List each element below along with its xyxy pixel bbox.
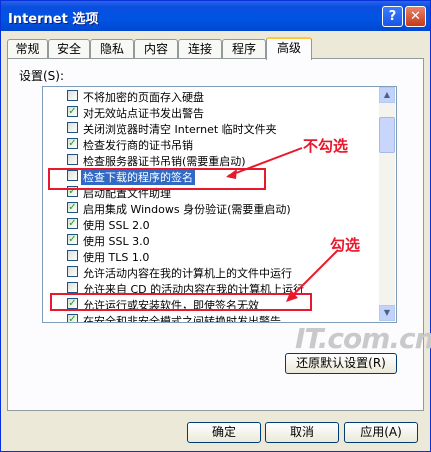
tab-connections[interactable]: 连接 [178,39,222,58]
internet-options-dialog: Internet 选项 ? ✕ 常规 安全 隐私 内容 连接 程序 高级 设置(… [0,0,431,452]
setting-label: 对无效站点证书发出警告 [83,107,204,120]
settings-label: 设置(S): [19,69,65,83]
restore-defaults-button[interactable]: 还原默认设置(R) [285,353,397,374]
check-annotation: 勾选 [330,236,361,254]
setting-checkbox[interactable] [67,122,78,133]
setting-checkbox[interactable] [67,282,78,293]
ok-button[interactable]: 确定 [187,422,261,443]
setting-checkbox[interactable]: ✓ [67,314,78,322]
setting-label: 使用 SSL 3.0 [83,235,150,248]
setting-row[interactable]: ✓ 启用集成 Windows 身份验证(需要重启动) [43,200,383,216]
tab-advanced[interactable]: 高级 [266,37,312,60]
setting-checkbox[interactable]: ✓ [67,106,78,117]
list-scrollbar[interactable]: ▲ ▼ [379,87,395,321]
setting-label: 不将加密的页面存入硬盘 [83,91,204,104]
scroll-thumb[interactable] [379,117,395,153]
title-bar[interactable]: Internet 选项 ? ✕ [1,1,430,31]
window-title: Internet 选项 [8,12,99,27]
tab-privacy[interactable]: 隐私 [90,39,134,58]
setting-label: 在安全和非安全模式之间转换时发出警告 [83,315,281,323]
setting-row[interactable]: 关闭浏览器时清空 Internet 临时文件夹 [43,120,383,136]
setting-row[interactable]: 不将加密的页面存入硬盘 [43,88,383,104]
tab-content[interactable]: 内容 [134,39,178,58]
setting-label: 检查服务器证书吊销(需要重启动) [83,155,246,168]
close-button[interactable]: ✕ [405,6,426,27]
check-highlight-box [50,293,312,311]
setting-checkbox[interactable] [67,266,78,277]
setting-label: 使用 TLS 1.0 [83,251,150,264]
settings-list[interactable]: 不将加密的页面存入硬盘 ✓ 对无效站点证书发出警告关闭浏览器时清空 Internet… [42,86,397,323]
uncheck-highlight-box [48,168,266,190]
setting-checkbox[interactable]: ✓ [67,234,78,245]
setting-checkbox[interactable] [67,90,78,101]
tab-programs[interactable]: 程序 [222,39,266,58]
setting-checkbox[interactable] [67,250,78,261]
site-watermark: IT.com.cn [295,322,431,355]
setting-label: 使用 SSL 2.0 [83,219,150,232]
setting-label: 关闭浏览器时清空 Internet 临时文件夹 [83,123,277,136]
setting-label: 启用集成 Windows 身份验证(需要重启动) [83,203,291,216]
uncheck-annotation: 不勾选 [303,137,349,155]
setting-checkbox[interactable]: ✓ [67,202,78,213]
setting-label: 允许活动内容在我的计算机上的文件中运行 [83,267,292,280]
cancel-button[interactable]: 取消 [265,422,339,443]
scroll-up-icon[interactable]: ▲ [379,87,395,103]
setting-checkbox[interactable] [67,154,78,165]
setting-checkbox[interactable]: ✓ [67,218,78,229]
setting-checkbox[interactable]: ✓ [67,138,78,149]
setting-row[interactable]: ✓ 对无效站点证书发出警告 [43,104,383,120]
setting-label: 检查发行商的证书吊销 [83,139,193,152]
help-button[interactable]: ? [382,6,403,27]
setting-row[interactable]: ✓ 使用 SSL 2.0 [43,216,383,232]
tab-general[interactable]: 常规 [7,39,48,58]
setting-row[interactable]: 允许活动内容在我的计算机上的文件中运行 [43,264,383,280]
scroll-down-icon[interactable]: ▼ [379,305,395,321]
tab-security[interactable]: 安全 [48,39,90,58]
apply-button[interactable]: 应用(A) [344,422,418,443]
